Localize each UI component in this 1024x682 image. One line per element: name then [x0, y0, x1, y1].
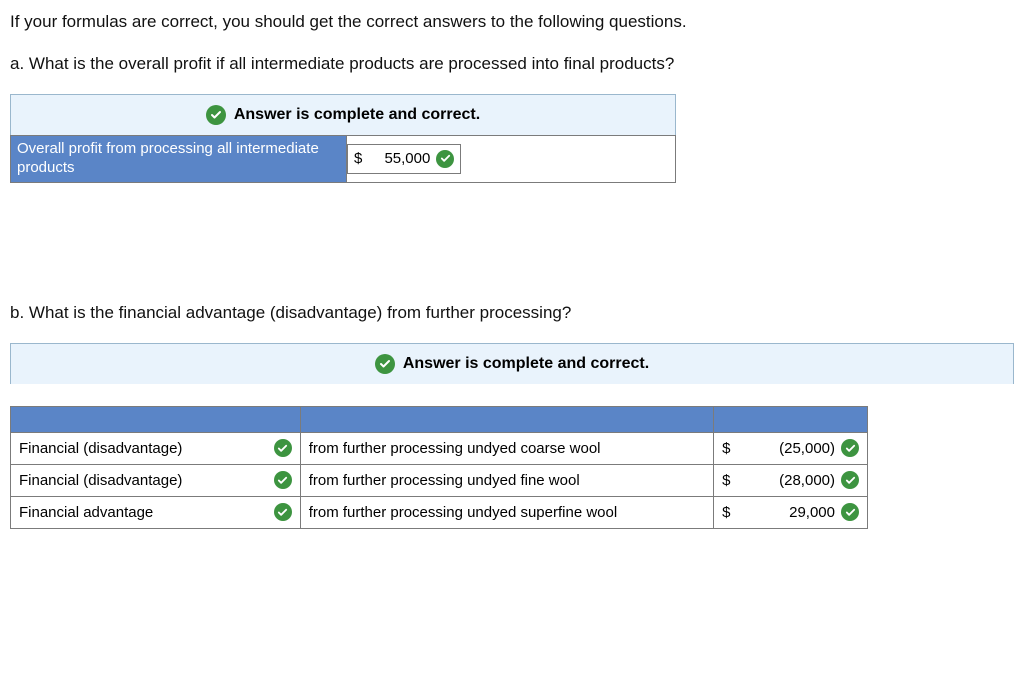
question-b-text: b. What is the financial advantage (disa… [10, 303, 1014, 323]
intro-text: If your formulas are correct, you should… [10, 12, 1014, 32]
table-header [11, 406, 301, 432]
type-label: Financial advantage [19, 504, 153, 521]
banner-text: Answer is complete and correct. [403, 355, 649, 373]
check-circle-icon [841, 503, 859, 521]
table-row: Financial (disadvantage) from further pr… [11, 464, 868, 496]
check-circle-icon [274, 471, 292, 489]
description-cell: from further processing undyed superfine… [300, 496, 713, 528]
check-circle-icon [274, 439, 292, 457]
answer-banner-b: Answer is complete and correct. [10, 343, 1014, 384]
currency-symbol: $ [722, 440, 736, 457]
type-label: Financial (disadvantage) [19, 440, 182, 457]
check-circle-icon [841, 439, 859, 457]
check-circle-icon [841, 471, 859, 489]
amount-value: (25,000) [736, 440, 841, 457]
table-header-row [11, 406, 868, 432]
currency-symbol: $ [354, 150, 362, 167]
answer-banner-a: Answer is complete and correct. [10, 94, 676, 135]
overall-profit-label: Overall profit from processing all inter… [11, 136, 347, 182]
overall-profit-value: $ 55,000 [347, 144, 461, 174]
banner-text: Answer is complete and correct. [234, 106, 480, 124]
table-row: Financial (disadvantage) from further pr… [11, 432, 868, 464]
overall-profit-row: Overall profit from processing all inter… [10, 135, 676, 183]
table-header [714, 406, 868, 432]
table-header [300, 406, 713, 432]
overall-profit-amount: 55,000 [374, 150, 430, 167]
part-a-container: Answer is complete and correct. Overall … [10, 94, 676, 183]
currency-symbol: $ [722, 504, 736, 521]
check-circle-icon [436, 150, 454, 168]
check-circle-icon [274, 503, 292, 521]
question-a-text: a. What is the overall profit if all int… [10, 54, 1014, 74]
type-label: Financial (disadvantage) [19, 472, 182, 489]
description-cell: from further processing undyed fine wool [300, 464, 713, 496]
description-cell: from further processing undyed coarse wo… [300, 432, 713, 464]
check-circle-icon [375, 354, 395, 374]
advantage-table: Financial (disadvantage) from further pr… [10, 406, 868, 529]
table-row: Financial advantage from further process… [11, 496, 868, 528]
overall-profit-value-cell: $ 55,000 [347, 136, 461, 182]
amount-value: (28,000) [736, 472, 841, 489]
part-b-container: Answer is complete and correct. Financia… [10, 343, 1014, 529]
currency-symbol: $ [722, 472, 736, 489]
check-circle-icon [206, 105, 226, 125]
amount-value: 29,000 [736, 504, 841, 521]
